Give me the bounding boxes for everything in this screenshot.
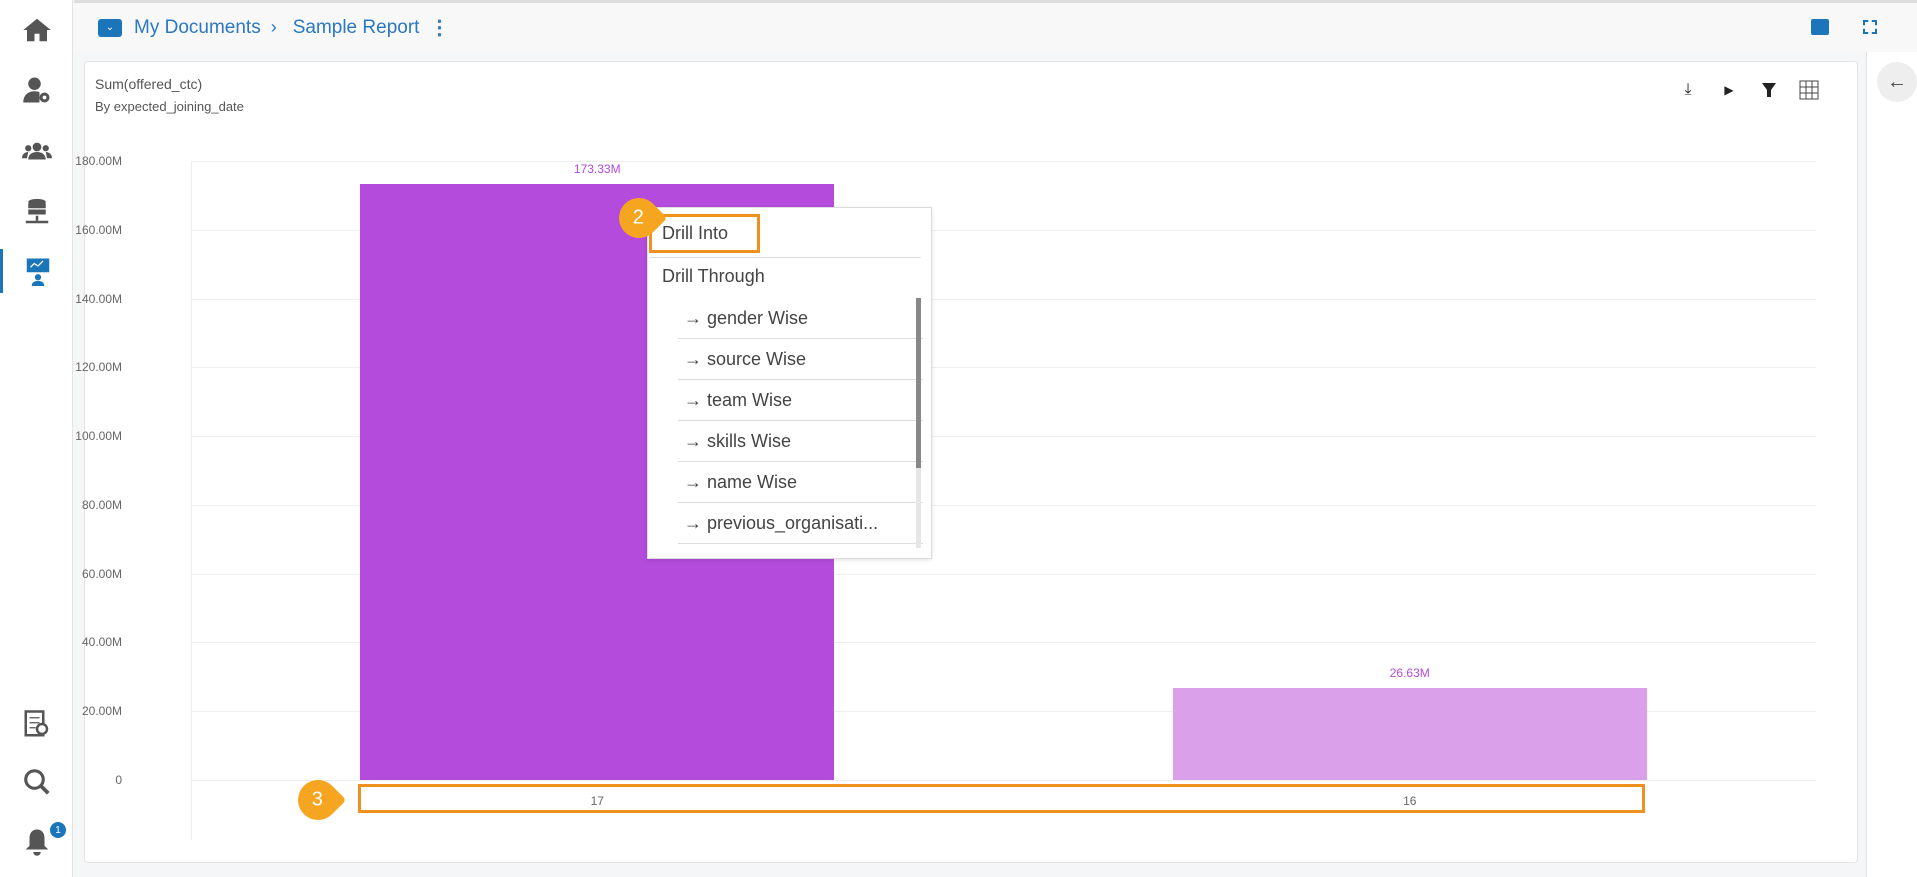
breadcrumb-sample-report[interactable]: Sample Report [293,17,420,39]
sidebar-item-search[interactable] [0,760,73,804]
drill-through-item[interactable]: → gender Wise [678,298,923,339]
table-grid-icon[interactable] [1797,78,1821,102]
chart-subtitle: By expected_joining_date [95,99,244,114]
home-icon [22,18,51,42]
y-tick-label: 120.00M [75,360,122,375]
chart-title: Sum(offered_ctc) [95,76,203,92]
drill-into-highlight [649,214,760,253]
database-icon [25,198,48,224]
drill-through-item[interactable]: → skills Wise [678,421,923,462]
sidebar-item-home[interactable] [0,8,73,52]
y-tick-label: 0 [115,773,122,787]
step-number-3: 3 [312,788,324,811]
right-panel: ← [1866,52,1917,877]
report-search-icon [24,710,48,737]
chart-card: Sum(offered_ctc) By expected_joining_dat… [75,61,1858,863]
filter-icon[interactable] [1757,78,1781,102]
y-tick-label: 100.00M [75,429,122,444]
play-icon[interactable]: ▶ [1717,78,1741,102]
sidebar-item-notifications[interactable]: 1 [0,820,73,864]
bar-value-label: 26.63M [1389,666,1430,681]
sidebar-item-dashboards[interactable] [0,249,73,293]
bell-icon [25,829,48,856]
menu-divider [650,257,921,258]
breadcrumb-my-documents[interactable]: My Documents [134,17,261,39]
y-tick-label: 80.00M [81,497,122,512]
y-tick-label: 40.00M [81,635,122,650]
y-tick-label: 140.00M [75,291,122,306]
drill-context-menu: Drill Into Drill Through → gender Wise → … [647,207,932,559]
drill-through-item[interactable]: → name Wise [678,462,923,503]
y-axis-line [191,161,192,840]
search-icon [23,769,50,795]
y-tick-label: 180.00M [75,154,122,168]
sidebar-item-reports[interactable] [0,702,73,746]
menu-scrollbar[interactable] [916,298,921,548]
step-number-2: 2 [633,206,645,229]
download-icon[interactable]: ⤓ [1676,78,1700,102]
sidebar-item-data[interactable] [0,190,73,234]
sidebar-item-user-settings[interactable] [0,68,73,112]
y-tick-label: 160.00M [75,222,122,237]
presentation-icon [26,258,50,286]
grid-line [191,161,1816,162]
header: ⌄ My Documents › Sample Report ⋮ [74,0,1917,52]
drill-through-item[interactable]: → previous_organisati... [678,503,923,544]
y-tick-label: 60.00M [81,566,122,581]
bar[interactable] [1172,688,1647,780]
grid-line [191,780,1816,781]
chevron-right-icon: › [270,17,277,37]
fullscreen-icon[interactable] [1863,20,1877,34]
comment-icon[interactable] [1811,19,1829,35]
bar-value-label: 173.33M [573,161,621,176]
sidebar: 1 [0,0,73,877]
user-gear-icon [22,77,49,103]
folder-icon[interactable]: ⌄ [98,18,122,37]
x-axis-highlight [358,784,1645,813]
more-options-icon[interactable]: ⋮ [429,15,449,40]
menu-item-drill-through[interactable]: Drill Through [662,266,765,287]
collapse-back-button[interactable]: ← [1877,62,1917,102]
sidebar-item-groups[interactable] [0,130,73,174]
notification-count-badge: 1 [50,822,66,838]
drill-through-item[interactable]: → team Wise [678,380,923,421]
users-icon [21,142,52,160]
y-tick-label: 20.00M [81,704,122,719]
drill-through-item[interactable]: → source Wise [678,339,923,380]
